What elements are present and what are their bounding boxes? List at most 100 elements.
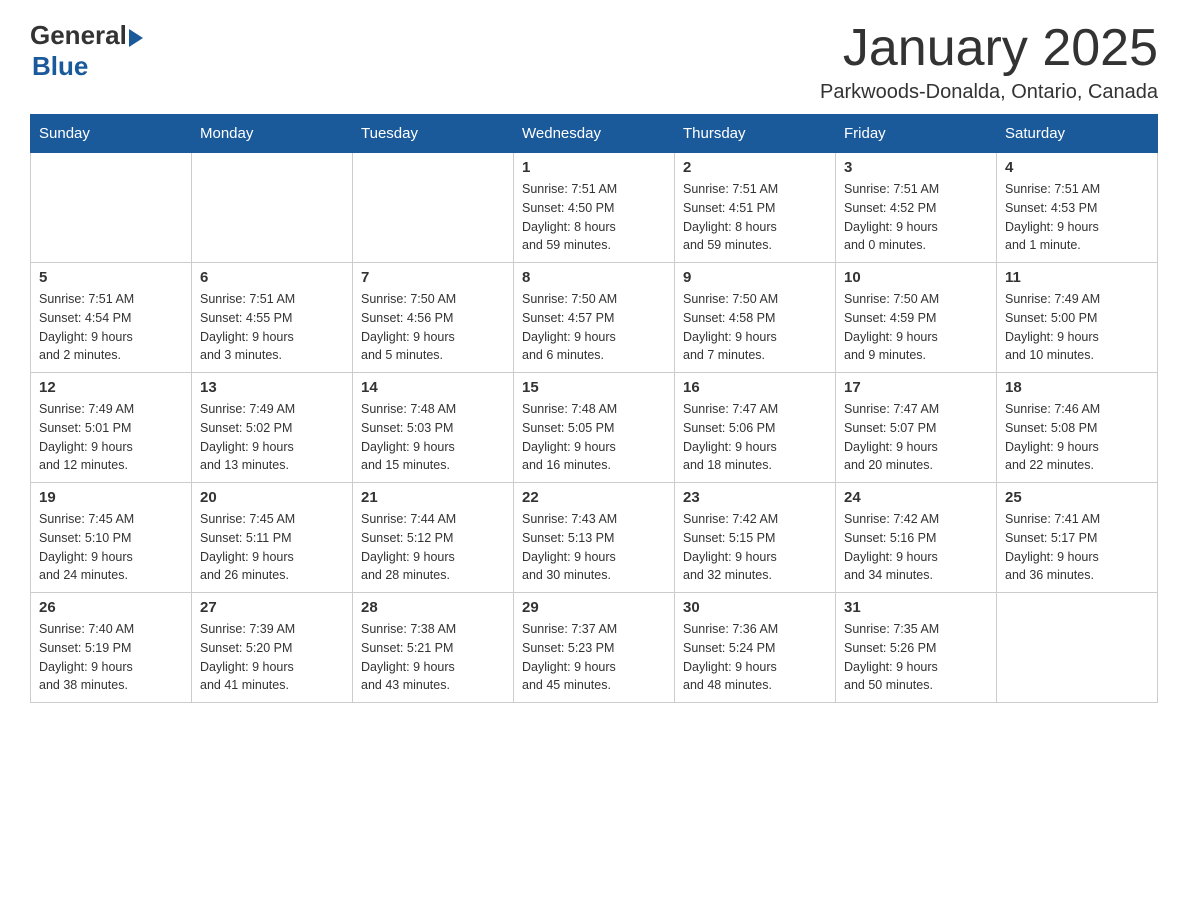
calendar-subtitle: Parkwoods-Donalda, Ontario, Canada — [820, 81, 1158, 104]
day-number: 13 — [200, 379, 344, 396]
day-number: 28 — [361, 599, 505, 616]
day-info: Sunrise: 7:50 AMSunset: 4:56 PMDaylight:… — [361, 290, 505, 365]
page-header: General Blue January 2025 Parkwoods-Dona… — [30, 20, 1158, 104]
calendar-cell: 21 Sunrise: 7:44 AMSunset: 5:12 PMDayligh… — [353, 483, 514, 593]
calendar-cell: 23 Sunrise: 7:42 AMSunset: 5:15 PMDayligh… — [675, 483, 836, 593]
day-info: Sunrise: 7:51 AMSunset: 4:55 PMDaylight:… — [200, 290, 344, 365]
header-monday: Monday — [192, 115, 353, 153]
calendar-cell: 16Sunrise: 7:47 AMSunset: 5:06 PMDayligh… — [675, 373, 836, 483]
day-number: 19 — [39, 489, 183, 506]
day-number: 5 — [39, 269, 183, 286]
day-info: Sunrise: 7:42 AMSunset: 5:16 PMDaylight:… — [844, 510, 988, 585]
day-number: 29 — [522, 599, 666, 616]
day-number: 15 — [522, 379, 666, 396]
day-number: 22 — [522, 489, 666, 506]
day-number: 17 — [844, 379, 988, 396]
calendar-cell: 4Sunrise: 7:51 AMSunset: 4:53 PMDaylight… — [997, 153, 1158, 263]
day-info: Sunrise: 7:38 AMSunset: 5:21 PMDaylight:… — [361, 620, 505, 695]
logo-blue-text: Blue — [32, 51, 143, 82]
calendar-cell: 1 Sunrise: 7:51 AMSunset: 4:50 PMDaylight… — [514, 153, 675, 263]
calendar-table: SundayMondayTuesdayWednesdayThursdayFrid… — [30, 114, 1158, 703]
week-row-3: 12Sunrise: 7:49 AMSunset: 5:01 PMDayligh… — [31, 373, 1158, 483]
day-info: Sunrise: 7:50 AMSunset: 4:58 PMDaylight:… — [683, 290, 827, 365]
day-number: 18 — [1005, 379, 1149, 396]
day-number: 3 — [844, 159, 988, 176]
calendar-cell: 22 Sunrise: 7:43 AMSunset: 5:13 PMDayligh… — [514, 483, 675, 593]
week-row-4: 19 Sunrise: 7:45 AMSunset: 5:10 PMDayligh… — [31, 483, 1158, 593]
calendar-cell — [192, 153, 353, 263]
calendar-cell: 11Sunrise: 7:49 AMSunset: 5:00 PMDayligh… — [997, 263, 1158, 373]
day-number: 12 — [39, 379, 183, 396]
calendar-cell: 15 Sunrise: 7:48 AMSunset: 5:05 PMDayligh… — [514, 373, 675, 483]
header-sunday: Sunday — [31, 115, 192, 153]
day-info: Sunrise: 7:36 AMSunset: 5:24 PMDaylight:… — [683, 620, 827, 695]
day-number: 9 — [683, 269, 827, 286]
calendar-cell: 18 Sunrise: 7:46 AMSunset: 5:08 PMDayligh… — [997, 373, 1158, 483]
calendar-cell: 6 Sunrise: 7:51 AMSunset: 4:55 PMDaylight… — [192, 263, 353, 373]
header-wednesday: Wednesday — [514, 115, 675, 153]
day-info: Sunrise: 7:51 AMSunset: 4:54 PMDaylight:… — [39, 290, 183, 365]
calendar-title: January 2025 — [820, 20, 1158, 77]
day-number: 31 — [844, 599, 988, 616]
calendar-cell: 13 Sunrise: 7:49 AMSunset: 5:02 PMDayligh… — [192, 373, 353, 483]
calendar-header-row: SundayMondayTuesdayWednesdayThursdayFrid… — [31, 115, 1158, 153]
day-info: Sunrise: 7:44 AMSunset: 5:12 PMDaylight:… — [361, 510, 505, 585]
day-info: Sunrise: 7:49 AMSunset: 5:02 PMDaylight:… — [200, 400, 344, 475]
day-info: Sunrise: 7:46 AMSunset: 5:08 PMDaylight:… — [1005, 400, 1149, 475]
calendar-cell: 7 Sunrise: 7:50 AMSunset: 4:56 PMDaylight… — [353, 263, 514, 373]
day-number: 23 — [683, 489, 827, 506]
day-info: Sunrise: 7:51 AMSunset: 4:52 PMDaylight:… — [844, 180, 988, 255]
day-info: Sunrise: 7:40 AMSunset: 5:19 PMDaylight:… — [39, 620, 183, 695]
week-row-2: 5 Sunrise: 7:51 AMSunset: 4:54 PMDaylight… — [31, 263, 1158, 373]
title-section: January 2025 Parkwoods-Donalda, Ontario,… — [820, 20, 1158, 104]
calendar-cell: 17 Sunrise: 7:47 AMSunset: 5:07 PMDayligh… — [836, 373, 997, 483]
calendar-cell — [997, 593, 1158, 703]
day-info: Sunrise: 7:50 AMSunset: 4:57 PMDaylight:… — [522, 290, 666, 365]
day-number: 14 — [361, 379, 505, 396]
calendar-cell: 12Sunrise: 7:49 AMSunset: 5:01 PMDayligh… — [31, 373, 192, 483]
calendar-cell: 19 Sunrise: 7:45 AMSunset: 5:10 PMDayligh… — [31, 483, 192, 593]
day-number: 26 — [39, 599, 183, 616]
day-number: 7 — [361, 269, 505, 286]
day-number: 27 — [200, 599, 344, 616]
day-info: Sunrise: 7:42 AMSunset: 5:15 PMDaylight:… — [683, 510, 827, 585]
day-info: Sunrise: 7:48 AMSunset: 5:03 PMDaylight:… — [361, 400, 505, 475]
calendar-cell: 5 Sunrise: 7:51 AMSunset: 4:54 PMDaylight… — [31, 263, 192, 373]
calendar-cell: 31Sunrise: 7:35 AMSunset: 5:26 PMDayligh… — [836, 593, 997, 703]
day-number: 4 — [1005, 159, 1149, 176]
logo-arrow-icon — [129, 29, 143, 47]
day-info: Sunrise: 7:47 AMSunset: 5:06 PMDaylight:… — [683, 400, 827, 475]
day-info: Sunrise: 7:48 AMSunset: 5:05 PMDaylight:… — [522, 400, 666, 475]
header-friday: Friday — [836, 115, 997, 153]
logo-general-text: General — [30, 20, 127, 51]
day-number: 20 — [200, 489, 344, 506]
day-number: 25 — [1005, 489, 1149, 506]
day-info: Sunrise: 7:43 AMSunset: 5:13 PMDaylight:… — [522, 510, 666, 585]
calendar-cell: 2Sunrise: 7:51 AMSunset: 4:51 PMDaylight… — [675, 153, 836, 263]
calendar-cell: 9 Sunrise: 7:50 AMSunset: 4:58 PMDaylight… — [675, 263, 836, 373]
calendar-cell: 30Sunrise: 7:36 AMSunset: 5:24 PMDayligh… — [675, 593, 836, 703]
header-tuesday: Tuesday — [353, 115, 514, 153]
logo: General Blue — [30, 20, 143, 82]
day-number: 1 — [522, 159, 666, 176]
day-info: Sunrise: 7:39 AMSunset: 5:20 PMDaylight:… — [200, 620, 344, 695]
calendar-cell: 3 Sunrise: 7:51 AMSunset: 4:52 PMDaylight… — [836, 153, 997, 263]
week-row-5: 26 Sunrise: 7:40 AMSunset: 5:19 PMDayligh… — [31, 593, 1158, 703]
day-number: 21 — [361, 489, 505, 506]
day-number: 6 — [200, 269, 344, 286]
header-thursday: Thursday — [675, 115, 836, 153]
calendar-cell: 24 Sunrise: 7:42 AMSunset: 5:16 PMDayligh… — [836, 483, 997, 593]
calendar-cell: 27 Sunrise: 7:39 AMSunset: 5:20 PMDayligh… — [192, 593, 353, 703]
day-info: Sunrise: 7:51 AMSunset: 4:50 PMDaylight:… — [522, 180, 666, 255]
calendar-cell: 29 Sunrise: 7:37 AMSunset: 5:23 PMDayligh… — [514, 593, 675, 703]
week-row-1: 1 Sunrise: 7:51 AMSunset: 4:50 PMDaylight… — [31, 153, 1158, 263]
day-info: Sunrise: 7:45 AMSunset: 5:10 PMDaylight:… — [39, 510, 183, 585]
day-info: Sunrise: 7:45 AMSunset: 5:11 PMDaylight:… — [200, 510, 344, 585]
day-info: Sunrise: 7:47 AMSunset: 5:07 PMDaylight:… — [844, 400, 988, 475]
day-info: Sunrise: 7:41 AMSunset: 5:17 PMDaylight:… — [1005, 510, 1149, 585]
day-info: Sunrise: 7:51 AMSunset: 4:51 PMDaylight:… — [683, 180, 827, 255]
day-info: Sunrise: 7:37 AMSunset: 5:23 PMDaylight:… — [522, 620, 666, 695]
calendar-cell: 20 Sunrise: 7:45 AMSunset: 5:11 PMDayligh… — [192, 483, 353, 593]
day-number: 24 — [844, 489, 988, 506]
day-info: Sunrise: 7:50 AMSunset: 4:59 PMDaylight:… — [844, 290, 988, 365]
